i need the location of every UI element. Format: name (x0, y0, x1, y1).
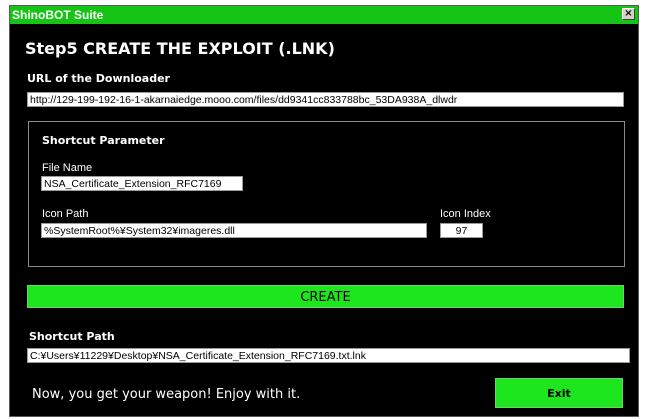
close-icon[interactable]: × (622, 8, 635, 20)
shortcut-path-label: Shortcut Path (29, 330, 115, 343)
file-name-label: File Name (42, 162, 93, 174)
icon-path-field[interactable]: %SystemRoot%¥System32¥imageres.dll (41, 223, 427, 238)
downloader-url-label: URL of the Downloader (27, 72, 170, 85)
window-title: ShinoBOT Suite (12, 8, 104, 22)
icon-path-label: Icon Path (42, 208, 89, 220)
downloader-url-field[interactable]: http://129-199-192-16-1-akarnaiedge.mooo… (27, 92, 624, 107)
status-message: Now, you get your weapon! Enjoy with it. (32, 387, 301, 402)
file-name-field[interactable]: NSA_Certificate_Extension_RFC7169 (41, 176, 243, 191)
shortcut-parameter-group: Shortcut Parameter File Name NSA_Certifi… (28, 121, 625, 267)
icon-index-label: Icon Index (440, 208, 491, 220)
shortcut-path-field[interactable]: C:¥Users¥11229¥Desktop¥NSA_Certificate_E… (27, 348, 630, 363)
shortcut-parameter-label: Shortcut Parameter (42, 134, 165, 147)
title-bar[interactable]: ShinoBOT Suite × (10, 6, 638, 24)
main-window: ShinoBOT Suite × Step5 CREATE THE EXPLOI… (9, 5, 639, 417)
exit-button[interactable]: Exit (495, 378, 623, 408)
icon-index-field[interactable]: 97 (440, 223, 483, 238)
create-button[interactable]: CREATE (27, 285, 624, 308)
page-title: Step5 CREATE THE EXPLOIT (.LNK) (25, 39, 335, 58)
